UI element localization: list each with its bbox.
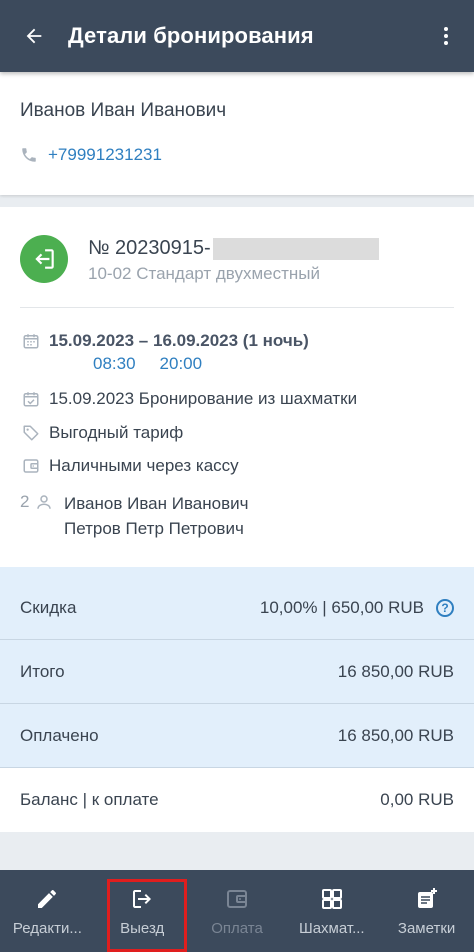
grid-icon	[318, 885, 346, 913]
phone-icon	[20, 144, 42, 166]
nav-label: Редакти...	[12, 920, 82, 937]
more-menu-button[interactable]	[418, 0, 474, 72]
created-row: 15.09.2023 Бронирование из шахматки	[20, 388, 357, 410]
nav-label: Оплата	[211, 920, 263, 937]
nav-label: Шахмат...	[298, 920, 365, 937]
phone-number: +79991231231	[48, 145, 162, 164]
discount-row: Скидка 10,00% | 650,00 RUB ?	[0, 576, 474, 640]
checkin-status-badge	[20, 235, 68, 283]
created-info: 15.09.2023 Бронирование из шахматки	[49, 389, 358, 408]
paid-row: Оплачено 16 850,00 RUB	[0, 704, 474, 768]
help-icon[interactable]: ?	[436, 598, 454, 617]
redacted-block	[212, 237, 379, 260]
calendar-check-icon	[20, 388, 42, 410]
wallet-icon	[20, 455, 42, 477]
guests-row: 2	[20, 491, 62, 513]
room-name: 10-02 Стандарт двухместный	[88, 264, 320, 283]
chessboard-button[interactable]: Шахмат...	[284, 870, 379, 952]
wallet-icon	[223, 885, 251, 913]
page-title: Детали бронирования	[68, 23, 314, 48]
payment-method: Наличными через кассу	[49, 456, 239, 475]
back-arrow-icon	[26, 28, 42, 44]
checkout-time[interactable]: 20:00	[160, 354, 203, 374]
guest-card: Иванов Иван Иванович +79991231231	[0, 72, 474, 195]
summary-label: Скидка	[20, 597, 77, 617]
guest-name: Иванов Иван Иванович	[20, 100, 227, 121]
booking-number: № 20230915-	[88, 237, 379, 260]
edit-button[interactable]: Редакти...	[0, 870, 95, 952]
notes-button[interactable]: Заметки	[379, 870, 474, 952]
guest-list-item: Иванов Иван Иванович	[64, 494, 249, 513]
discount-value: 10,00% | 650,00 RUB	[259, 597, 424, 617]
guests-list: Иванов Иван Иванович Петров Петр Петрови…	[64, 491, 248, 541]
phone-link[interactable]: +79991231231	[20, 144, 162, 166]
tag-icon	[20, 422, 42, 444]
summary-label: Баланс | к оплате	[20, 790, 159, 809]
bottom-action-bar: Редакти... Выезд Оплата Шахмат... Заметк…	[0, 870, 474, 952]
total-row: Итого 16 850,00 RUB	[0, 640, 474, 704]
more-vert-icon	[444, 27, 448, 45]
back-button[interactable]	[0, 0, 68, 72]
tariff-row: Выгодный тариф	[20, 422, 183, 444]
balance-row: Баланс | к оплате 0,00 RUB	[0, 768, 474, 832]
note-add-icon	[413, 885, 441, 913]
stay-times: 08:30 20:00	[93, 354, 202, 374]
summary-label: Итого	[20, 661, 65, 681]
payment-summary: Скидка 10,00% | 650,00 RUB ? Итого 16 85…	[0, 567, 474, 832]
nav-label: Заметки	[397, 920, 456, 937]
paid-value: 16 850,00 RUB	[337, 725, 454, 745]
payment-method-row: Наличными через кассу	[20, 455, 239, 477]
tariff-name: Выгодный тариф	[49, 423, 184, 442]
login-icon	[35, 249, 54, 269]
guests-count: 2	[20, 492, 30, 511]
total-value: 16 850,00 RUB	[337, 661, 454, 681]
booking-number-text: № 20230915-	[88, 237, 211, 259]
calendar-icon	[20, 330, 42, 352]
balance-value: 0,00 RUB	[380, 790, 454, 809]
divider	[20, 307, 454, 308]
summary-label: Оплачено	[20, 725, 99, 745]
payment-button[interactable]: Оплата	[190, 870, 285, 952]
person-icon	[33, 491, 55, 513]
guest-list-item: Петров Петр Петрович	[64, 519, 244, 538]
stay-dates: 15.09.2023 – 16.09.2023 (1 ночь)	[49, 331, 309, 350]
booking-card: № 20230915- 10-02 Стандарт двухместный 1…	[0, 207, 474, 567]
selection-highlight	[107, 879, 187, 952]
dates-row: 15.09.2023 – 16.09.2023 (1 ночь)	[20, 330, 309, 352]
checkin-time[interactable]: 08:30	[93, 354, 136, 374]
app-bar: Детали бронирования	[0, 0, 474, 72]
edit-icon	[33, 885, 61, 913]
